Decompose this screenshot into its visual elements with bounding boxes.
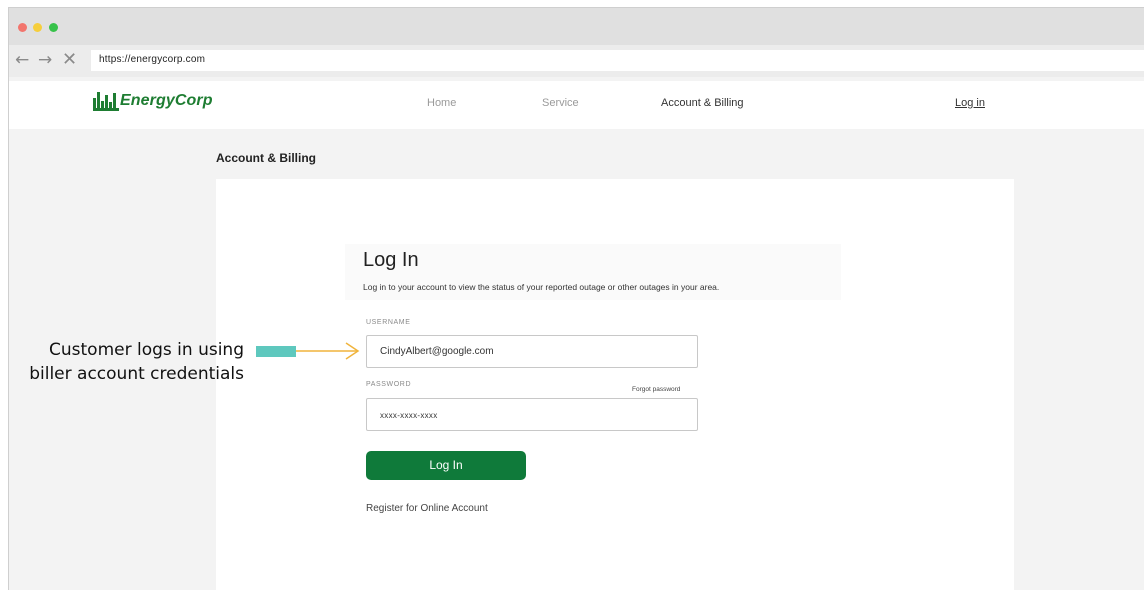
nav-service-link[interactable]: Service: [542, 97, 579, 109]
nav-login-link[interactable]: Log in: [955, 97, 985, 109]
city-skyline-icon: [93, 92, 119, 111]
annotation-text: Customer logs in using biller account cr…: [29, 340, 244, 384]
password-field[interactable]: xxxx-xxxx-xxxx: [366, 398, 698, 431]
login-button[interactable]: Log In: [366, 451, 526, 480]
minimize-window-button[interactable]: [33, 23, 42, 32]
title-bar: [9, 8, 1144, 45]
logo-text: EnergyCorp: [120, 92, 213, 109]
username-value: CindyAlbert@google.com: [380, 346, 494, 357]
register-link[interactable]: Register for Online Account: [366, 503, 488, 514]
right-arrow-icon: [296, 342, 360, 360]
browser-window: ← → ✕ https://energycorp.com EnergyCorp: [8, 7, 1144, 590]
username-field[interactable]: CindyAlbert@google.com: [366, 335, 698, 368]
login-title: Log In: [363, 249, 419, 271]
username-label: USERNAME: [366, 319, 411, 326]
maximize-window-button[interactable]: [49, 23, 58, 32]
login-subtitle: Log in to your account to view the statu…: [363, 282, 720, 292]
annotation-marker: [256, 346, 296, 357]
close-window-button[interactable]: [18, 23, 27, 32]
login-header: Log In Log in to your account to view th…: [345, 244, 841, 300]
address-bar[interactable]: https://energycorp.com: [91, 50, 1144, 71]
stop-icon[interactable]: ✕: [62, 50, 77, 70]
page-title: Account & Billing: [216, 151, 316, 165]
forward-arrow-icon[interactable]: →: [38, 50, 52, 70]
back-arrow-icon[interactable]: ←: [15, 50, 29, 70]
password-label: PASSWORD: [366, 381, 412, 388]
url-text: https://energycorp.com: [99, 54, 206, 65]
forgot-password-link[interactable]: Forgot password: [632, 386, 680, 393]
nav-account-billing-link[interactable]: Account & Billing: [661, 97, 744, 109]
login-panel: Log In Log in to your account to view th…: [216, 179, 1014, 590]
password-value: xxxx-xxxx-xxxx: [380, 411, 438, 420]
nav-home-link[interactable]: Home: [427, 97, 456, 109]
browser-toolbar: ← → ✕ https://energycorp.com: [9, 45, 1144, 77]
site-header: EnergyCorp Home Service Account & Billin…: [9, 81, 1144, 129]
